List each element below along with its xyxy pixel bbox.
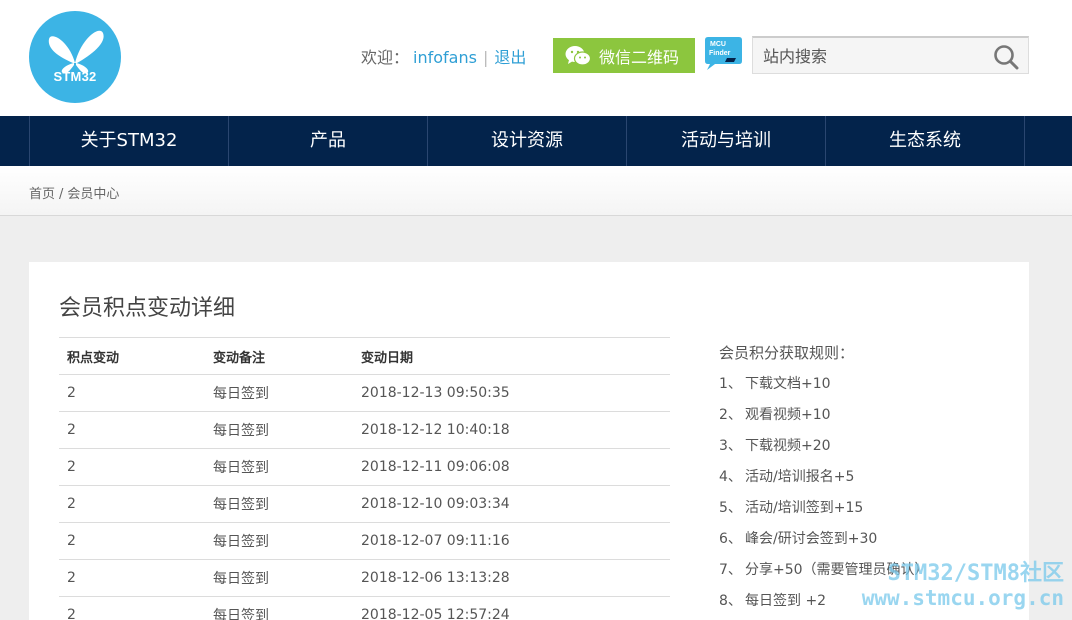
table-row: 2 每日签到 2018-12-05 12:57:24 bbox=[59, 596, 670, 620]
breadcrumb: 首页 / 会员中心 bbox=[29, 183, 119, 202]
column-header-remark: 变动备注 bbox=[205, 337, 353, 375]
cell-points: 2 bbox=[59, 596, 205, 620]
rule-text: 峰会/研讨会签到+30 bbox=[745, 531, 878, 547]
cell-points: 2 bbox=[59, 411, 205, 449]
table-row: 2 每日签到 2018-12-07 09:11:16 bbox=[59, 522, 670, 560]
cell-remark: 每日签到 bbox=[205, 559, 353, 597]
rule-number: 4、 bbox=[719, 469, 742, 485]
table-row: 2 每日签到 2018-12-06 13:13:28 bbox=[59, 559, 670, 597]
rules-title: 会员积分获取规则： bbox=[719, 344, 855, 362]
cell-remark: 每日签到 bbox=[205, 411, 353, 449]
cell-points: 2 bbox=[59, 485, 205, 523]
mcu-finder-line1: MCU bbox=[710, 41, 726, 48]
table-header-row: 积点变动 变动备注 变动日期 bbox=[59, 337, 670, 375]
rule-number: 5、 bbox=[719, 500, 742, 516]
rule-text: 下载视频+20 bbox=[745, 438, 831, 454]
rule-number: 7、 bbox=[719, 562, 742, 578]
column-header-date: 变动日期 bbox=[353, 337, 670, 375]
cell-remark: 每日签到 bbox=[205, 485, 353, 523]
breadcrumb-separator: / bbox=[59, 187, 64, 202]
cell-remark: 每日签到 bbox=[205, 596, 353, 620]
rule-text: 观看视频+10 bbox=[745, 407, 831, 423]
nav-item-ecosystem[interactable]: 生态系统 bbox=[825, 116, 1024, 166]
butterfly-icon bbox=[48, 30, 104, 74]
rule-number: 8、 bbox=[719, 593, 742, 609]
rule-text: 下载文档+10 bbox=[745, 376, 831, 392]
logout-link[interactable]: 退出 bbox=[494, 48, 526, 67]
rule-item: 5、 活动/培训签到+15 bbox=[719, 497, 1009, 528]
page-title: 会员积点变动详细 bbox=[59, 296, 236, 321]
cell-date: 2018-12-06 13:13:28 bbox=[353, 559, 670, 597]
welcome-label: 欢迎： bbox=[361, 48, 410, 67]
site-header: STM32 欢迎： infofans | 退出 微信二维码 MCU Finder bbox=[0, 0, 1072, 116]
site-search bbox=[752, 36, 1029, 74]
table-row: 2 每日签到 2018-12-11 09:06:08 bbox=[59, 448, 670, 486]
rule-item: 2、 观看视频+10 bbox=[719, 404, 1009, 435]
rule-text: 活动/培训签到+15 bbox=[745, 500, 864, 516]
rule-text: 每日签到 +2 bbox=[745, 593, 827, 609]
cell-date: 2018-12-05 12:57:24 bbox=[353, 596, 670, 620]
rule-number: 6、 bbox=[719, 531, 742, 547]
nav-item-about[interactable]: 关于STM32 bbox=[29, 116, 228, 166]
watermark-line2: www.stmcu.org.cn bbox=[861, 586, 1064, 610]
cell-points: 2 bbox=[59, 448, 205, 486]
nav-item-design-resources[interactable]: 设计资源 bbox=[427, 116, 626, 166]
search-icon[interactable] bbox=[992, 43, 1020, 71]
cell-remark: 每日签到 bbox=[205, 522, 353, 560]
rule-text: 活动/培训报名+5 bbox=[745, 469, 855, 485]
nav-divider bbox=[1024, 116, 1025, 166]
main-nav: 关于STM32 产品 设计资源 活动与培训 生态系统 bbox=[0, 116, 1072, 166]
cell-date: 2018-12-13 09:50:35 bbox=[353, 374, 670, 412]
username-link[interactable]: infofans bbox=[413, 48, 477, 67]
watermark-line1: STM32/STM8社区 bbox=[887, 561, 1064, 586]
points-table: 积点变动 变动备注 变动日期 2 每日签到 2018-12-13 09:50:3… bbox=[59, 337, 670, 620]
rule-item: 6、 峰会/研讨会签到+30 bbox=[719, 528, 1009, 559]
cell-remark: 每日签到 bbox=[205, 448, 353, 486]
cell-date: 2018-12-11 09:06:08 bbox=[353, 448, 670, 486]
rule-number: 1、 bbox=[719, 376, 742, 392]
cell-points: 2 bbox=[59, 559, 205, 597]
cell-date: 2018-12-07 09:11:16 bbox=[353, 522, 670, 560]
column-header-points: 积点变动 bbox=[59, 337, 205, 375]
rule-number: 2、 bbox=[719, 407, 742, 423]
cell-date: 2018-12-10 09:03:34 bbox=[353, 485, 670, 523]
cell-points: 2 bbox=[59, 522, 205, 560]
site-watermark: STM32/STM8社区 www.stmcu.org.cn bbox=[861, 561, 1064, 611]
user-bar: 欢迎： infofans | 退出 bbox=[361, 44, 526, 68]
user-bar-separator: | bbox=[482, 48, 489, 67]
search-input[interactable] bbox=[753, 38, 983, 74]
logo-text: STM32 bbox=[53, 69, 97, 84]
rule-item: 4、 活动/培训报名+5 bbox=[719, 466, 1009, 497]
breadcrumb-home-link[interactable]: 首页 bbox=[29, 187, 55, 202]
table-row: 2 每日签到 2018-12-13 09:50:35 bbox=[59, 374, 670, 412]
table-row: 2 每日签到 2018-12-12 10:40:18 bbox=[59, 411, 670, 449]
rule-item: 3、 下载视频+20 bbox=[719, 435, 1009, 466]
cell-date: 2018-12-12 10:40:18 bbox=[353, 411, 670, 449]
nav-item-events-training[interactable]: 活动与培训 bbox=[626, 116, 825, 166]
cell-points: 2 bbox=[59, 374, 205, 412]
breadcrumb-current: 会员中心 bbox=[67, 187, 120, 202]
nav-item-products[interactable]: 产品 bbox=[228, 116, 427, 166]
table-row: 2 每日签到 2018-12-10 09:03:34 bbox=[59, 485, 670, 523]
stm32-logo[interactable]: STM32 bbox=[29, 11, 121, 103]
wechat-icon bbox=[565, 45, 591, 66]
cell-remark: 每日签到 bbox=[205, 374, 353, 412]
breadcrumb-bar: 首页 / 会员中心 bbox=[0, 166, 1072, 216]
mcu-finder-line2: Finder bbox=[709, 50, 731, 57]
rule-number: 3、 bbox=[719, 438, 742, 454]
wechat-label: 微信二维码 bbox=[599, 47, 680, 67]
rule-item: 1、 下载文档+10 bbox=[719, 373, 1009, 404]
wechat-qrcode-button[interactable]: 微信二维码 bbox=[553, 38, 695, 73]
mcu-finder-icon[interactable]: MCU Finder bbox=[705, 37, 742, 71]
